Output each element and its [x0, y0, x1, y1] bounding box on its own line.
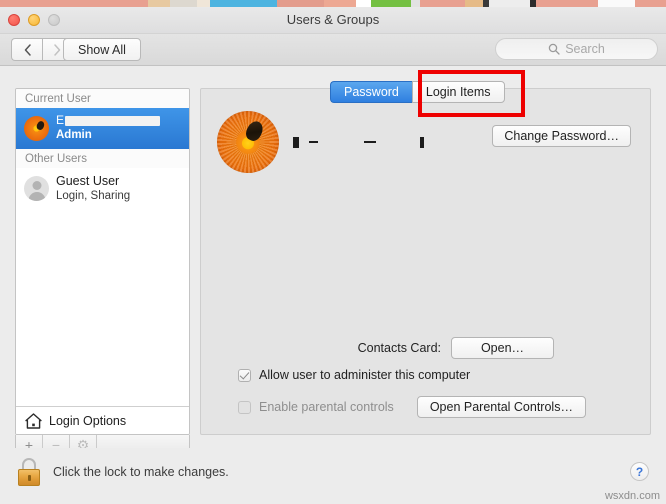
group-header-current-user: Current User [16, 89, 189, 108]
desktop-strip-segment [0, 0, 148, 7]
users-list: Current User E Admin Other Users Guest U… [15, 88, 190, 435]
desktop-strip-segment [324, 0, 356, 7]
name-chunk [309, 141, 318, 143]
show-all-button[interactable]: Show All [63, 38, 141, 61]
desktop-strip-segment [197, 0, 211, 7]
account-name-redacted [293, 134, 424, 150]
desktop-strip-segment [488, 0, 531, 7]
guest-avatar-icon [24, 176, 49, 201]
desktop-strip-segment [355, 0, 372, 7]
home-icon [25, 412, 42, 429]
sidebar-item-login-options[interactable]: Login Options [16, 406, 189, 434]
open-parental-controls-button[interactable]: Open Parental Controls… [416, 396, 586, 418]
admin-checkbox-row[interactable]: Allow user to administer this computer [238, 368, 470, 382]
account-header [217, 111, 424, 173]
desktop-strip-segment [411, 0, 420, 7]
login-options-label: Login Options [49, 413, 127, 428]
desktop-strip-segment [169, 0, 198, 7]
guest-row-text: Guest User Login, Sharing [56, 174, 130, 203]
contacts-card-label: Contacts Card: [357, 341, 441, 355]
lock-closed-icon[interactable] [18, 458, 40, 486]
window-title: Users & Groups [286, 12, 380, 27]
preference-pane-content: Current User E Admin Other Users Guest U… [0, 67, 666, 456]
back-button[interactable] [11, 38, 42, 61]
lock-area[interactable]: Click the lock to make changes. [18, 458, 229, 486]
lock-body [18, 469, 40, 486]
password-pane: Change Password… Contacts Card: Open… Al… [200, 88, 651, 435]
desktop-strip-segment [598, 0, 635, 7]
search-icon [548, 43, 560, 55]
desktop-strip-segment [147, 0, 170, 7]
redaction-bar [65, 116, 161, 127]
desktop-strip-segment [535, 0, 599, 7]
desktop-background-strip [0, 0, 666, 7]
lock-message: Click the lock to make changes. [53, 465, 229, 479]
guest-name-label: Guest User [56, 174, 120, 189]
desktop-strip-segment [210, 0, 277, 7]
account-avatar-flower-icon[interactable] [217, 111, 279, 173]
parental-controls-checkbox[interactable] [238, 400, 251, 414]
user-role-label: Admin [56, 129, 92, 142]
chevron-right-icon [54, 43, 61, 56]
preferences-window: Users & Groups Show All Search Current U… [0, 0, 666, 504]
name-chunk [293, 136, 299, 148]
name-chunk [420, 136, 424, 148]
desktop-strip-segment [371, 0, 412, 7]
chevron-left-icon [24, 43, 31, 56]
window-titlebar: Users & Groups [0, 7, 666, 34]
change-password-button[interactable]: Change Password… [492, 125, 631, 147]
search-placeholder: Search [565, 42, 605, 56]
toolbar: Show All Search [0, 34, 666, 66]
user-name-prefix: E [56, 113, 65, 128]
user-row-text: E Admin [56, 113, 161, 142]
watermark-text: wsxdn.com [604, 490, 660, 502]
annotation-highlight-rectangle [418, 70, 525, 117]
open-contacts-card-button[interactable]: Open… [451, 337, 554, 359]
guest-role-label: Login, Sharing [56, 189, 131, 202]
window-footer: Click the lock to make changes. ? wsxdn.… [0, 448, 666, 504]
user-name-redacted: E [56, 113, 161, 128]
desktop-strip-segment [465, 0, 483, 7]
group-header-other-users: Other Users [16, 149, 189, 168]
desktop-strip-segment [634, 0, 666, 7]
admin-checkbox-label: Allow user to administer this computer [259, 368, 471, 382]
desktop-strip-segment [419, 0, 466, 7]
parental-controls-label: Enable parental controls [259, 400, 394, 414]
search-input[interactable]: Search [495, 38, 658, 60]
tab-password[interactable]: Password [330, 81, 412, 103]
help-button[interactable]: ? [630, 462, 649, 481]
contacts-card-row: Contacts Card: Open… [201, 337, 650, 359]
name-chunk [364, 141, 376, 143]
user-row-guest[interactable]: Guest User Login, Sharing [16, 168, 189, 209]
user-row-current[interactable]: E Admin [16, 108, 189, 149]
desktop-strip-segment [276, 0, 325, 7]
user-avatar-flower-icon [24, 116, 49, 141]
admin-checkbox[interactable] [238, 368, 251, 382]
parental-controls-row[interactable]: Enable parental controls Open Parental C… [238, 396, 586, 418]
